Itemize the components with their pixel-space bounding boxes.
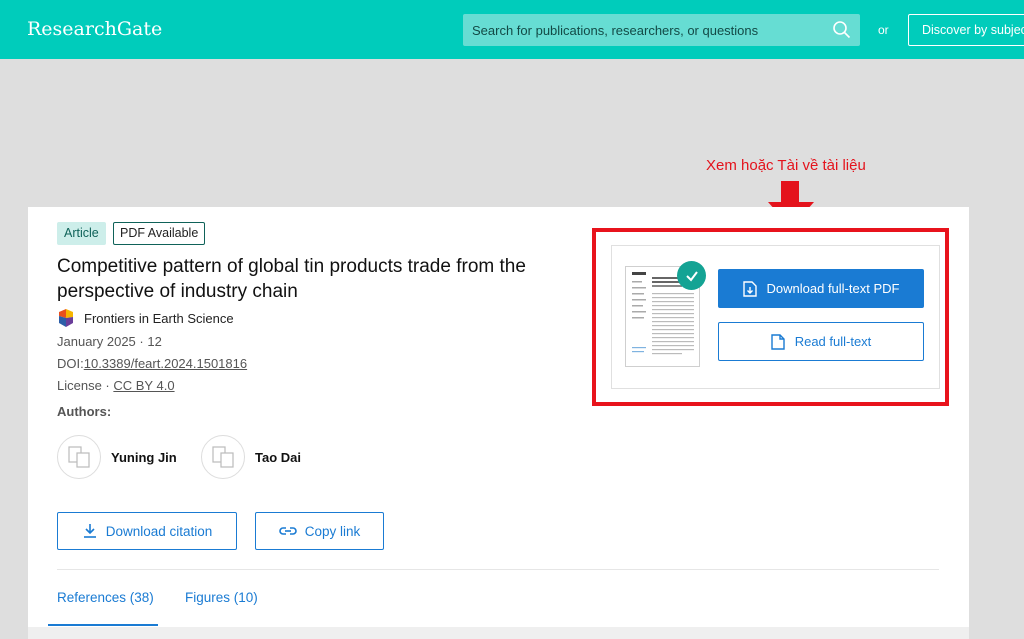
divider — [57, 569, 939, 570]
card-footer-strip — [28, 627, 969, 639]
journal-row[interactable]: Frontiers in Earth Science — [57, 309, 234, 327]
author-name[interactable]: Tao Dai — [255, 450, 301, 465]
article-type-badge: Article — [57, 222, 106, 245]
license-line: License · CC BY 4.0 — [57, 378, 175, 393]
top-navbar: ResearchGate or Discover by subject area — [0, 0, 1024, 59]
annotation-highlight-box — [592, 228, 949, 406]
tab-references[interactable]: References (38) — [57, 590, 154, 605]
copy-link-label: Copy link — [304, 523, 361, 539]
tab-figures[interactable]: Figures (10) — [185, 590, 258, 605]
doi-label: DOI: — [57, 356, 84, 371]
author-name[interactable]: Yuning Jin — [111, 450, 177, 465]
doi-link[interactable]: 10.3389/feart.2024.1501816 — [84, 356, 247, 371]
search-input[interactable] — [463, 14, 823, 46]
journal-logo-icon — [59, 309, 73, 327]
author-item[interactable]: Tao Dai — [201, 435, 301, 479]
link-icon — [279, 527, 297, 535]
copy-link-button[interactable]: Copy link — [255, 512, 384, 550]
author-item[interactable]: Yuning Jin — [57, 435, 177, 479]
discover-by-subject-button[interactable]: Discover by subject area — [908, 14, 1024, 46]
avatar-placeholder-icon[interactable] — [57, 435, 101, 479]
license-link[interactable]: CC BY 4.0 — [113, 378, 174, 393]
search-box — [463, 14, 860, 46]
license-label: License · — [57, 378, 114, 393]
search-icon[interactable] — [832, 20, 852, 40]
pdf-available-badge: PDF Available — [113, 222, 206, 245]
download-citation-label: Download citation — [105, 523, 213, 539]
or-label: or — [878, 23, 889, 37]
avatar-placeholder-icon[interactable] — [201, 435, 245, 479]
download-citation-button[interactable]: Download citation — [57, 512, 237, 550]
authors-label: Authors: — [57, 404, 112, 419]
researchgate-logo[interactable]: ResearchGate — [27, 18, 162, 40]
annotation-text: Xem hoặc Tài về tài liệu — [706, 157, 866, 174]
doi-line: DOI:10.3389/feart.2024.1501816 — [57, 356, 247, 371]
journal-name[interactable]: Frontiers in Earth Science — [84, 311, 234, 326]
publication-date: January 2025 · 12 — [57, 334, 162, 349]
article-title: Competitive pattern of global tin produc… — [57, 256, 526, 302]
active-tab-indicator — [48, 624, 158, 626]
download-icon — [83, 524, 96, 538]
